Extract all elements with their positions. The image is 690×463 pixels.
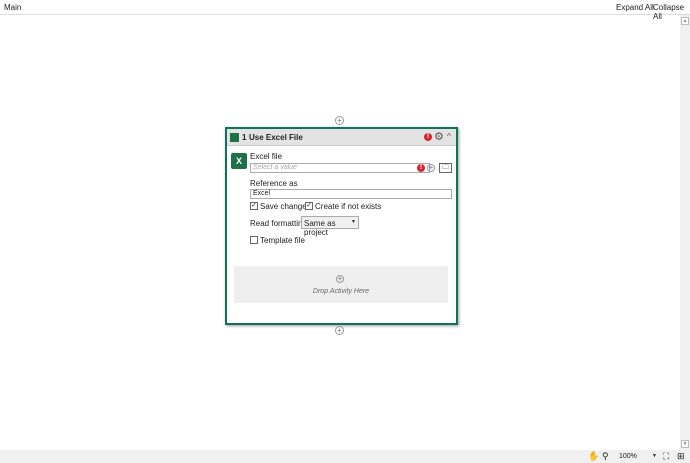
fit-to-screen-icon[interactable]: ⛶ <box>663 451 669 462</box>
add-activity-icon[interactable]: + <box>336 275 344 283</box>
excel-file-label: Excel file <box>250 152 283 161</box>
excel-file-error-icon: ! <box>417 164 425 172</box>
gear-icon[interactable]: ⚙ <box>434 130 444 143</box>
zoom-dropdown-icon[interactable]: ▼ <box>652 453 657 459</box>
excel-large-icon: X <box>231 153 247 169</box>
status-bar: ✋ ⚲ 100% ▼ ⛶ ⊞ <box>0 450 690 463</box>
activity-title: Use Excel File <box>249 133 303 142</box>
reference-as-label: Reference as <box>250 179 298 188</box>
expand-all-link[interactable]: Expand All <box>616 3 654 12</box>
zoom-search-icon[interactable]: ⚲ <box>602 451 609 462</box>
create-if-not-exists-label: Create if not exists <box>315 202 382 211</box>
dropdown-arrow-icon: ▼ <box>351 219 356 225</box>
add-activity-above-icon[interactable]: + <box>335 116 344 125</box>
drop-activity-area[interactable]: + Drop Activity Here <box>234 266 448 303</box>
read-formatting-value: Same as project <box>304 219 336 237</box>
overview-icon[interactable]: ⊞ <box>677 451 685 462</box>
excel-file-input[interactable]: Select a value <box>250 163 430 173</box>
breadcrumb-main[interactable]: Main <box>4 3 21 12</box>
zoom-level[interactable]: 100% <box>619 453 637 460</box>
reference-as-input[interactable]: Excel <box>250 189 452 199</box>
excel-icon <box>230 133 239 142</box>
add-activity-below-icon[interactable]: + <box>335 326 344 335</box>
create-if-not-exists-checkbox[interactable]: ✓ <box>305 202 313 210</box>
top-bar: Main Expand All Collapse All <box>0 0 690 21</box>
save-changes-label: Save changes <box>260 202 311 211</box>
hand-pan-icon[interactable]: ✋ <box>588 451 599 462</box>
read-formatting-select[interactable]: Same as project ▼ <box>301 216 359 237</box>
browse-folder-icon[interactable]: 🗀 <box>439 163 452 173</box>
drop-activity-text: Drop Activity Here <box>312 288 370 295</box>
vertical-scrollbar[interactable]: ▲ ▼ <box>680 15 690 450</box>
collapse-chevron-icon[interactable]: ^ <box>447 132 451 141</box>
template-file-checkbox[interactable] <box>250 236 258 244</box>
activity-index: 1 <box>242 133 247 142</box>
activity-header[interactable]: 1 Use Excel File ! ⚙ ^ <box>227 129 456 146</box>
read-formatting-label: Read formatting <box>250 219 307 228</box>
add-variable-icon[interactable]: + <box>427 164 435 172</box>
scroll-up-icon[interactable]: ▲ <box>681 17 689 25</box>
scroll-down-icon[interactable]: ▼ <box>681 440 689 448</box>
error-icon: ! <box>424 133 432 141</box>
use-excel-file-activity[interactable]: 1 Use Excel File ! ⚙ ^ X Excel file Sele… <box>225 127 458 325</box>
template-file-label: Template file <box>260 236 305 245</box>
save-changes-checkbox[interactable]: ✓ <box>250 202 258 210</box>
